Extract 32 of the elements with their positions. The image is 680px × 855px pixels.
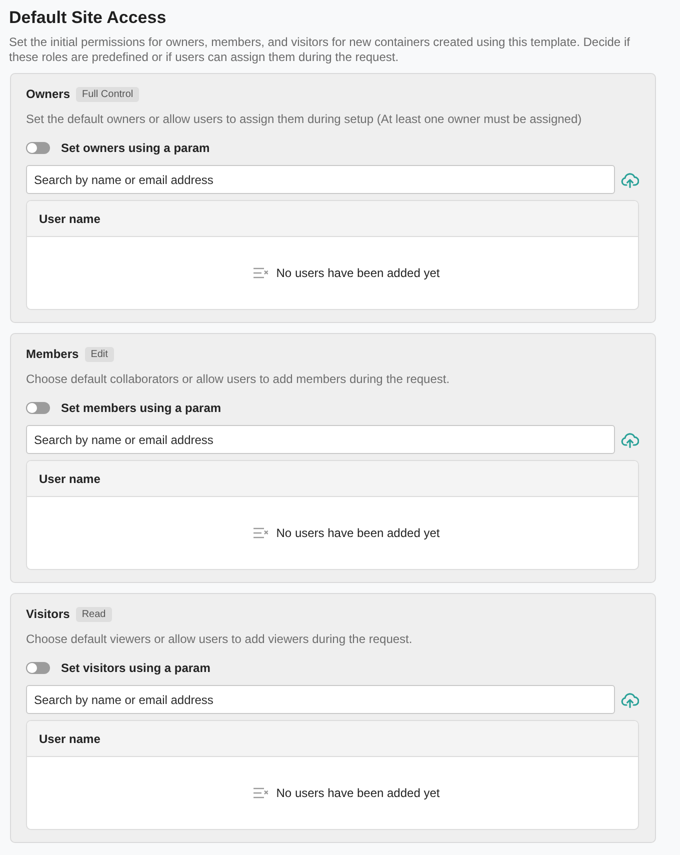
column-header: User name <box>39 212 100 226</box>
role-description: Choose default viewers or allow users to add viewers during the request. <box>26 632 414 647</box>
toggle-switch[interactable] <box>26 402 50 414</box>
cloud-upload-icon[interactable] <box>621 692 639 708</box>
cloud-upload-icon[interactable] <box>621 432 639 448</box>
role-name: Visitors <box>26 607 70 621</box>
page-description: Set the initial permissions for owners, members, and visitors for new containers created using this template. Decide if these roles are predefined or if users can assign them during the request. <box>9 35 631 65</box>
empty-message: No users have been added yet <box>276 786 440 800</box>
toggle-label: Set visitors using a param <box>61 661 210 675</box>
list-cross-icon <box>253 527 270 539</box>
list-cross-icon <box>253 787 270 799</box>
permission-badge: Read <box>76 606 112 622</box>
search-field[interactable]: Search by name or email address <box>26 425 615 454</box>
permission-badge: Edit <box>84 346 114 362</box>
column-header: User name <box>39 472 100 486</box>
role-description: Set the default owners or allow users to assign them during setup (At least one owner must be assigned) <box>26 112 583 127</box>
column-header: User name <box>39 732 100 746</box>
list-cross-icon <box>253 267 270 279</box>
toggle-label: Set owners using a param <box>61 141 210 155</box>
page-title: Default Site Access <box>9 7 168 29</box>
role-name: Owners <box>26 87 70 101</box>
empty-message: No users have been added yet <box>276 266 440 280</box>
search-field[interactable]: Search by name or email address <box>26 685 615 714</box>
toggle-switch[interactable] <box>26 142 50 154</box>
permission-badge: Full Control <box>76 86 140 102</box>
toggle-label: Set members using a param <box>61 401 222 415</box>
role-name: Members <box>26 347 79 361</box>
cloud-upload-icon[interactable] <box>621 172 639 188</box>
role-description: Choose default collaborators or allow users to add members during the request. <box>26 372 451 387</box>
search-field[interactable]: Search by name or email address <box>26 165 615 194</box>
toggle-switch[interactable] <box>26 662 50 674</box>
empty-message: No users have been added yet <box>276 526 440 540</box>
